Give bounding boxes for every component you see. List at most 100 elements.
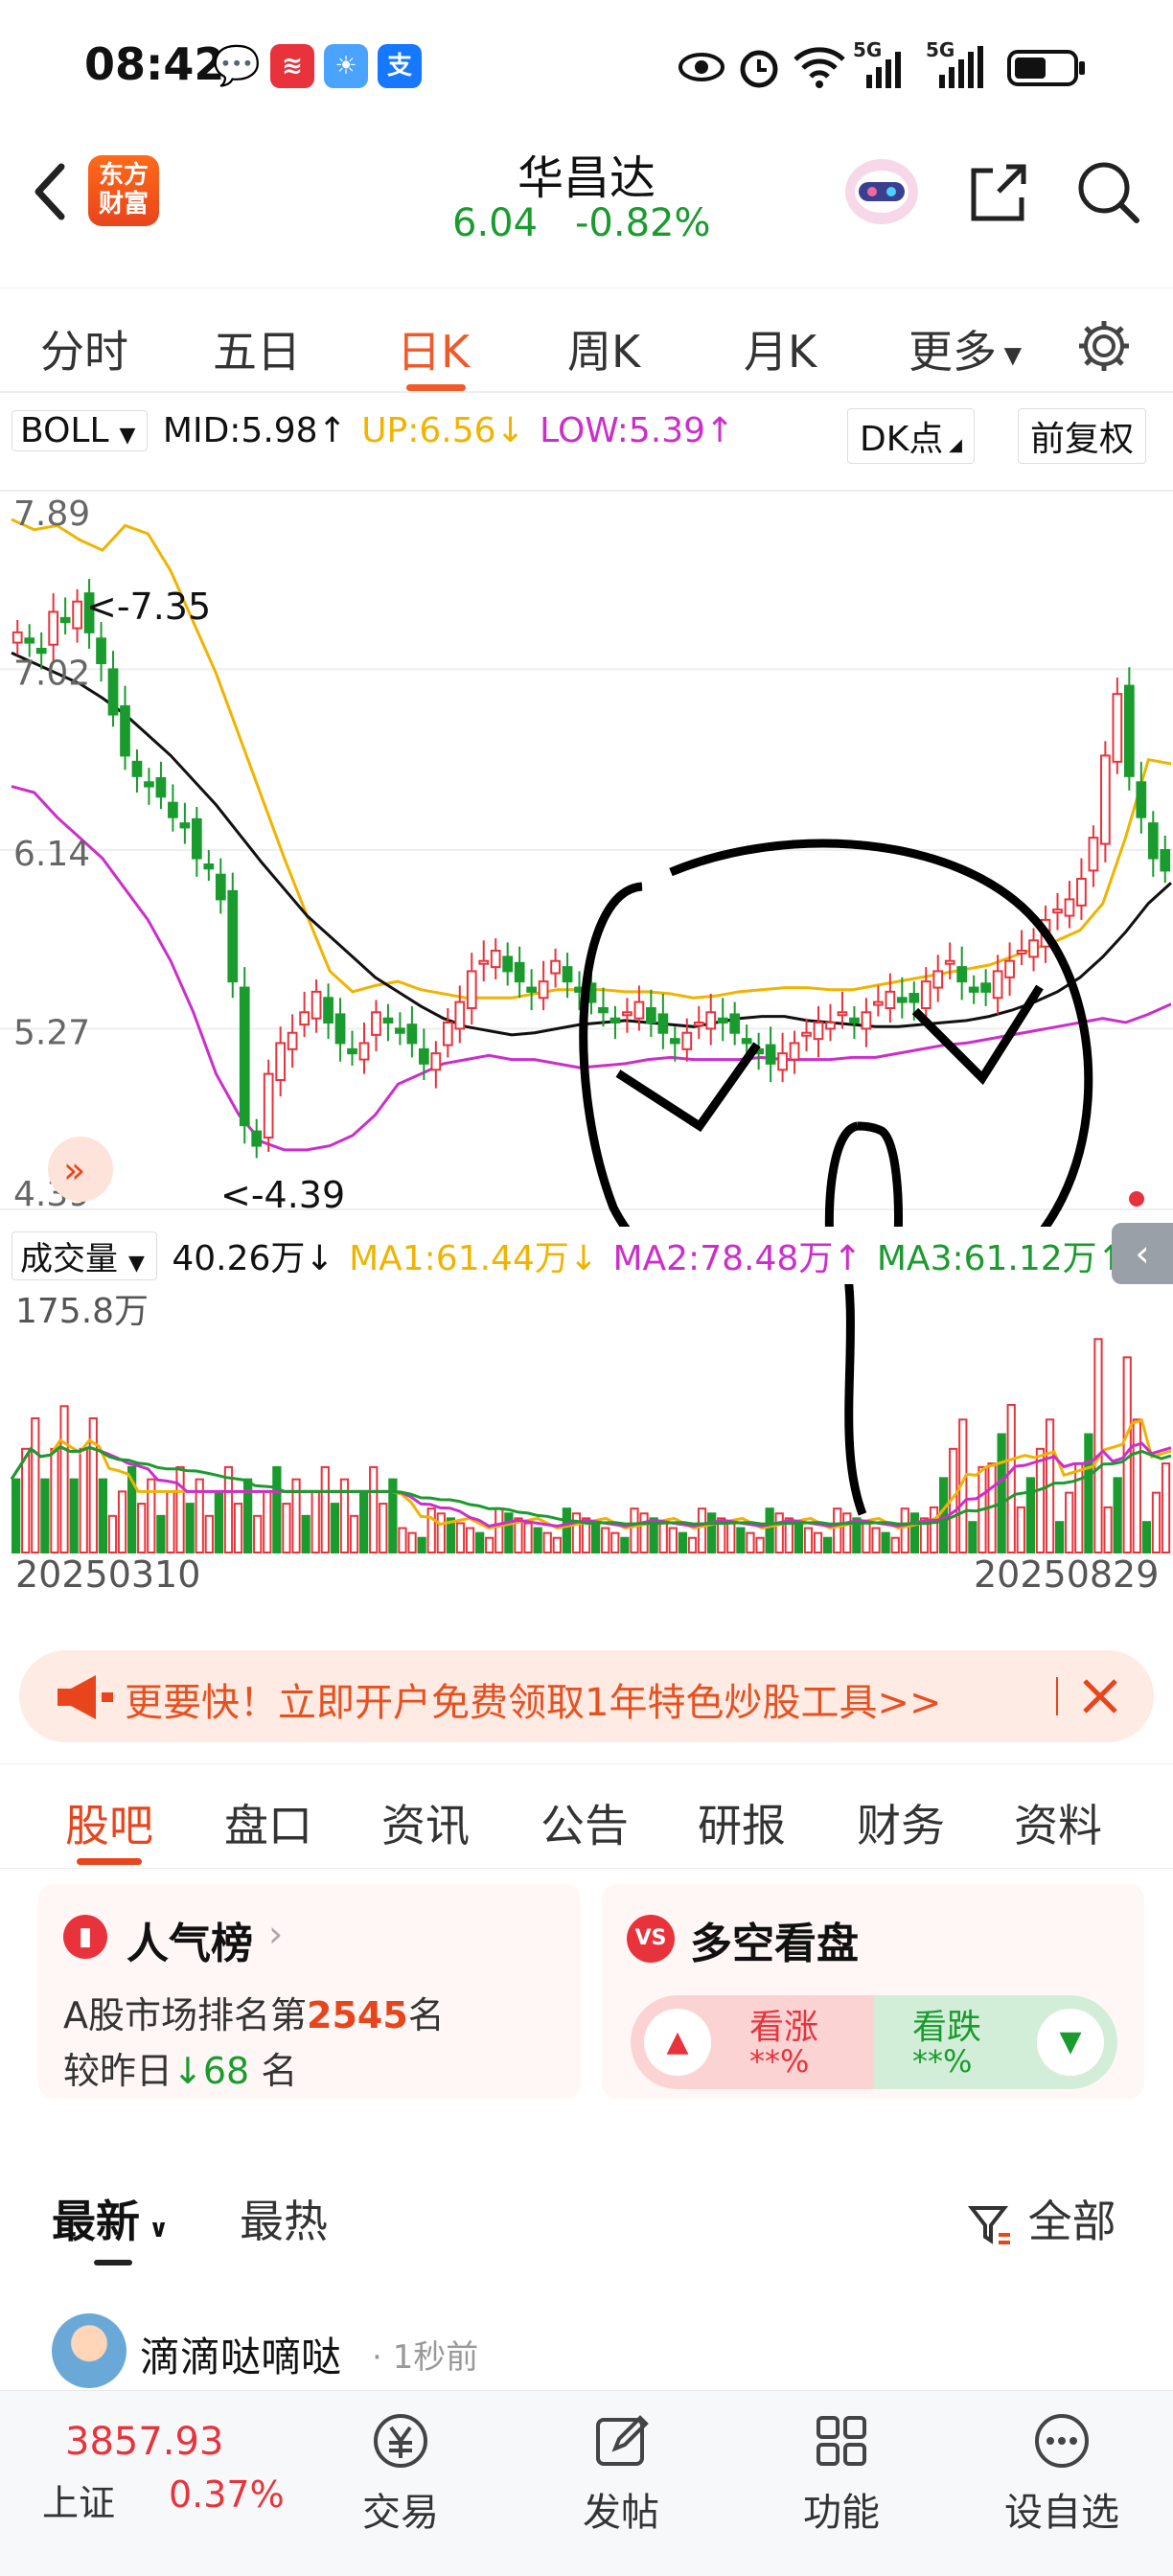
dk-point-label: DK点 — [860, 420, 944, 459]
boll-select[interactable]: BOLL ▼ — [12, 410, 149, 451]
boll-select-label: BOLL — [20, 411, 109, 450]
volume-bar — [678, 1531, 688, 1553]
tab-announcements[interactable]: 公告 — [540, 1791, 629, 1854]
volume-bar — [833, 1507, 842, 1554]
bear-button[interactable]: 看跌 **% ▼ — [874, 1995, 1117, 2089]
market-rank: A股市场排名第2545名 — [63, 1986, 445, 2038]
tab-five-day[interactable]: 五日 — [213, 317, 301, 380]
edit-icon — [596, 2415, 649, 2466]
post-preview[interactable]: 滴滴哒嘀哒 · 1秒前 — [52, 2313, 1125, 2390]
candle-body — [1004, 959, 1015, 978]
tab-research[interactable]: 研报 — [698, 1791, 786, 1854]
ai-robot-icon[interactable] — [841, 153, 922, 228]
candle-body — [454, 1000, 466, 1030]
volume-bar — [813, 1531, 823, 1553]
nav-post-label: 发帖 — [583, 2491, 659, 2535]
candle-body — [120, 705, 130, 757]
period-tabs: 分时 五日 日K 周K 月K 更多 ▼ — [0, 288, 1173, 393]
volume-bar — [253, 1514, 263, 1553]
nav-functions[interactable]: 功能 — [774, 2410, 908, 2537]
popularity-card[interactable]: ▮ 人气榜 › A股市场排名第2545名 较昨日↓68 名 — [38, 1884, 581, 2099]
candle-body — [35, 648, 47, 655]
volume-bar — [185, 1503, 195, 1554]
volume-bar — [871, 1527, 881, 1554]
avatar[interactable] — [52, 2313, 126, 2388]
nav-post[interactable]: 发帖 — [554, 2410, 688, 2537]
nav-trade[interactable]: 交易 — [334, 2410, 468, 2537]
volume-bar — [765, 1507, 774, 1554]
tab-news[interactable]: 资讯 — [381, 1791, 470, 1854]
grid-apps-icon — [816, 2416, 866, 2466]
volume-select-label: 成交量 — [20, 1240, 118, 1278]
candle-body — [179, 822, 191, 829]
volume-bar — [310, 1490, 320, 1553]
tab-more[interactable]: 更多 ▼ — [908, 317, 1022, 380]
tab-profile[interactable]: 资料 — [1014, 1791, 1102, 1854]
volume-bar — [175, 1465, 185, 1553]
candle-body — [371, 1011, 381, 1036]
wifi-icon — [794, 47, 845, 88]
volume-bar — [156, 1514, 166, 1553]
tab-weekly-k[interactable]: 周K — [567, 317, 640, 380]
volume-bar — [263, 1490, 272, 1553]
volume-value: 40.26万↓ — [172, 1239, 334, 1278]
volume-bar — [1035, 1447, 1046, 1553]
candle-body — [227, 889, 239, 983]
tab-finance[interactable]: 财务 — [857, 1791, 945, 1854]
volume-bar — [233, 1503, 243, 1554]
volume-bar — [1055, 1521, 1065, 1554]
collapse-side-tab[interactable]: ‹ — [1112, 1223, 1173, 1284]
candle-body — [48, 610, 59, 646]
share-icon[interactable] — [964, 157, 1033, 226]
candle-body — [1112, 693, 1123, 763]
volume-bar — [1141, 1521, 1152, 1554]
promo-banner[interactable]: 更要快！立即开户免费领取1年特色炒股工具>> — [19, 1650, 1154, 1742]
x-axis-end-date: 20250829 — [974, 1553, 1159, 1591]
post-author[interactable]: 滴滴哒嘀哒 — [140, 2325, 341, 2383]
volume-bar — [1025, 1477, 1036, 1553]
search-icon[interactable] — [1073, 157, 1142, 226]
nav-add-watchlist[interactable]: 设自选 — [995, 2410, 1129, 2537]
vol-ma3-value: MA3:61.12万↑ — [876, 1239, 1126, 1278]
adjust-price-button[interactable]: 前复权 — [1018, 408, 1147, 464]
filter-icon — [967, 2205, 1010, 2244]
candle-body — [430, 1052, 442, 1071]
bear-label: 看跌 — [912, 2008, 982, 2047]
bull-bear-card[interactable]: VS 多空看盘 ▲ 看涨 **% 看跌 **% ▼ — [602, 1884, 1144, 2099]
tab-daily-k[interactable]: 日K — [397, 317, 470, 380]
tab-hottest[interactable]: 最热 — [240, 2187, 328, 2250]
low-annotation: <-4.39 — [220, 1174, 345, 1216]
candle-body — [837, 1011, 848, 1017]
stock-price: 6.04 — [452, 201, 539, 245]
volume-bar — [900, 1507, 909, 1554]
rank-suffix: 名 — [407, 1994, 445, 2036]
candlestick-chart[interactable]: 7.897.026.145.274.39 <-7.35 <-4.39 » — [0, 460, 1173, 1227]
volume-bar — [620, 1536, 630, 1553]
corner-triangle-icon: ◢ — [943, 435, 962, 455]
volume-bar — [69, 1478, 79, 1554]
up-triangle-icon: ▲ — [644, 2009, 711, 2076]
index-change: 0.37% — [169, 2473, 285, 2516]
tab-orderbook[interactable]: 盘口 — [224, 1791, 312, 1854]
tab-timeshare[interactable]: 分时 — [40, 317, 128, 380]
vol-ma1-value: MA1:61.44万↓ — [349, 1239, 599, 1278]
candle-body — [287, 1031, 298, 1050]
filter-button[interactable]: 全部 — [967, 2187, 1116, 2250]
volume-bar — [591, 1522, 601, 1553]
bull-button[interactable]: ▲ 看涨 **% — [631, 1995, 874, 2089]
dk-point-button[interactable]: DK点 ◢ — [847, 408, 975, 464]
candle-body — [144, 781, 154, 788]
signal-bars-icon — [939, 46, 983, 88]
tab-monthly-k[interactable]: 月K — [744, 317, 816, 380]
volume-bar — [1016, 1506, 1025, 1553]
volume-select[interactable]: 成交量 ▼ — [12, 1231, 157, 1280]
tab-latest[interactable]: 最新 ∨ — [52, 2187, 169, 2250]
filter-label: 全部 — [1027, 2196, 1116, 2247]
close-icon[interactable] — [1071, 1668, 1129, 1725]
tab-forum[interactable]: 股吧 — [65, 1791, 153, 1854]
candle-body — [334, 1013, 346, 1045]
volume-bar — [320, 1465, 330, 1553]
settings-gear-icon[interactable] — [1075, 317, 1133, 375]
volume-chart[interactable]: 175.8万 20250310 20250829 — [0, 1284, 1173, 1591]
candle-body — [729, 1013, 741, 1034]
